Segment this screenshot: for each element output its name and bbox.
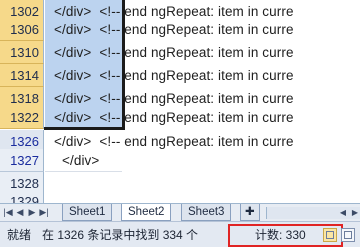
grid-row: 1314 </div> <!-- end ngRepeat: item in cu… <box>0 64 360 87</box>
comment-text: <!-- end ngRepeat: item in curre <box>99 68 294 83</box>
comment-text: <!-- end ngRepeat: item in curre <box>99 134 294 149</box>
row-header[interactable]: 1327 <box>0 149 44 172</box>
page-layout-view-icon[interactable] <box>341 228 355 242</box>
tab-sheet2[interactable]: Sheet2 <box>121 204 172 221</box>
prev-sheet-icon[interactable]: ◀ <box>14 206 26 219</box>
cell-text: </div> <!-- end ngRepeat: item in curre <box>54 41 294 64</box>
tag-text: </div> <box>54 110 92 125</box>
cell-text: </div> <!-- end ngRepeat: item in curre <box>54 18 294 41</box>
find-result-status: 在 1326 条记录中找到 334 个 <box>42 228 199 242</box>
status-bar: 就绪 在 1326 条记录中找到 334 个 计数: 330 <box>0 221 360 247</box>
tab-sheet1[interactable]: Sheet1 <box>62 204 113 221</box>
comment-text: <!-- end ngRepeat: item in curre <box>99 22 294 37</box>
tag-text: </div> <box>54 22 92 37</box>
grid-row: 1329 <box>0 190 360 203</box>
next-sheet-icon[interactable]: ▶ <box>26 206 38 219</box>
insert-sheet-icon[interactable]: ✚ <box>240 204 260 221</box>
row-header[interactable]: 1310 <box>0 41 44 64</box>
excel-window: 1302 </div> <!-- end ngRepeat: item in cu… <box>0 0 360 247</box>
grid-row: 1327 </div> <box>0 149 360 172</box>
tag-text: </div> <box>54 134 92 149</box>
comment-text: <!-- end ngRepeat: item in curre <box>99 45 294 60</box>
cell-text: </div> <!-- end ngRepeat: item in curre <box>54 106 294 129</box>
comment-text: <!-- end ngRepeat: item in curre <box>99 110 294 125</box>
tag-text: </div> <box>54 4 92 19</box>
grid-row: 1310 </div> <!-- end ngRepeat: item in cu… <box>0 41 360 64</box>
tag-text: </div> <box>54 45 92 60</box>
cell-text: </div> <box>62 149 99 172</box>
grid-row: 1322 </div> <!-- end ngRepeat: item in cu… <box>0 106 360 129</box>
tag-text: </div> <box>62 153 100 168</box>
row-header[interactable]: 1306 <box>0 18 44 41</box>
normal-view-icon[interactable] <box>323 228 337 242</box>
cell-text: </div> <!-- end ngRepeat: item in curre <box>54 64 294 87</box>
cell[interactable] <box>45 190 122 203</box>
scroll-right-icon[interactable]: ▶ <box>349 207 360 219</box>
horizontal-scrollbar[interactable]: ◀ ▶ <box>266 207 360 219</box>
comment-text: <!-- end ngRepeat: item in curre <box>99 91 294 106</box>
comment-text: <!-- end ngRepeat: item in curre <box>99 4 294 19</box>
row-header[interactable]: 1314 <box>0 64 44 87</box>
count-status[interactable]: 计数: 330 <box>255 222 306 248</box>
tab-sheet3[interactable]: Sheet3 <box>181 204 232 221</box>
row-header[interactable]: 1329 <box>0 190 44 203</box>
row-header[interactable]: 1322 <box>0 106 44 129</box>
first-sheet-icon[interactable]: |◀ <box>2 206 14 219</box>
last-sheet-icon[interactable]: ▶| <box>38 206 50 219</box>
tag-text: </div> <box>54 91 92 106</box>
grid-row: 1306 </div> <!-- end ngRepeat: item in cu… <box>0 18 360 41</box>
sheet-tabs-bar: |◀ ◀ ▶ ▶| Sheet1 Sheet2 Sheet3 ✚ ◀ ▶ <box>0 203 360 221</box>
scroll-left-icon[interactable]: ◀ <box>337 207 349 219</box>
ready-status: 就绪 <box>7 228 32 242</box>
tag-text: </div> <box>54 68 92 83</box>
worksheet-grid[interactable]: 1302 </div> <!-- end ngRepeat: item in cu… <box>0 0 360 203</box>
